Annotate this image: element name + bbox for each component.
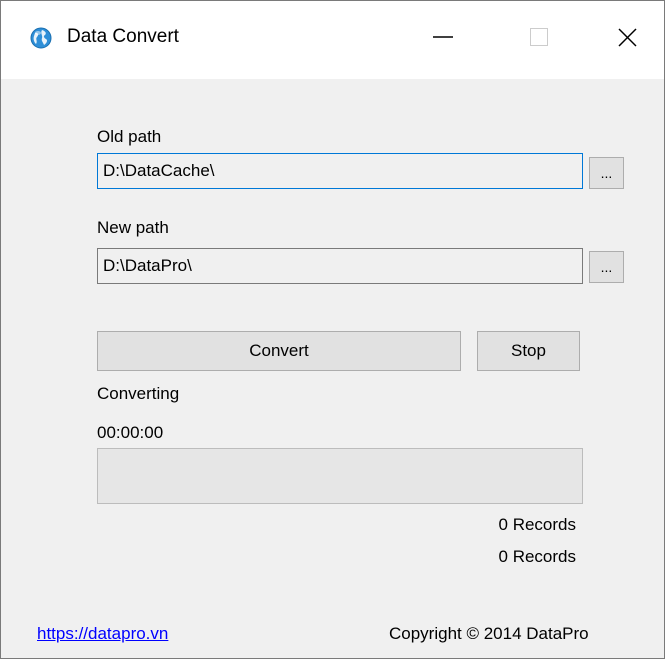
close-button[interactable] <box>573 1 664 79</box>
window-title: Data Convert <box>67 26 179 47</box>
elapsed-time: 00:00:00 <box>97 423 164 442</box>
new-path-label: New path <box>97 218 169 237</box>
data-convert-window: Data Convert Old path ... New path ... C… <box>0 0 665 659</box>
records-count-total: 0 Records <box>498 515 576 534</box>
new-path-browse-button[interactable]: ... <box>589 251 624 283</box>
status-text: Converting <box>97 384 180 403</box>
old-path-input[interactable] <box>97 153 583 189</box>
progress-bar <box>97 448 583 504</box>
stop-button[interactable]: Stop <box>477 331 580 371</box>
records-count-converted: 0 Records <box>498 547 576 566</box>
minimize-icon <box>433 36 453 38</box>
copyright-text: Copyright © 2014 DataPro <box>389 624 589 643</box>
maximize-button[interactable] <box>489 1 581 79</box>
close-icon <box>618 28 637 47</box>
old-path-browse-button[interactable]: ... <box>589 157 624 189</box>
title-bar[interactable]: Data Convert <box>1 1 664 79</box>
website-link[interactable]: https://datapro.vn <box>37 624 168 644</box>
globe-icon <box>30 27 52 49</box>
minimize-button[interactable] <box>397 1 489 79</box>
old-path-label: Old path <box>97 127 162 146</box>
new-path-input[interactable] <box>97 248 583 284</box>
maximize-icon <box>530 28 548 46</box>
convert-button[interactable]: Convert <box>97 331 461 371</box>
